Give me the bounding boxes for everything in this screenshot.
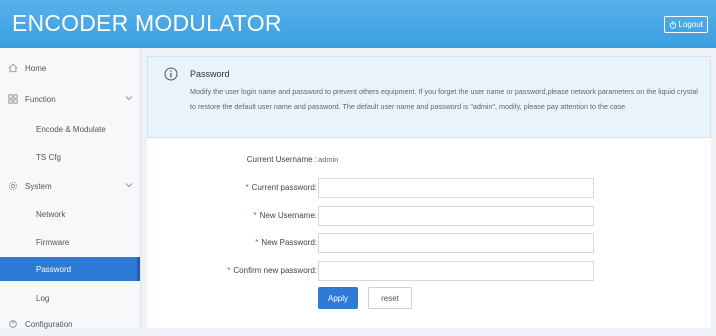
sidebar-item-label: Encode & Modulate xyxy=(36,124,106,134)
chevron-down-icon xyxy=(125,96,133,101)
sidebar-item-label: TS Cfg xyxy=(36,152,61,162)
info-notice: Password Modify the user login name and … xyxy=(147,56,711,138)
config-icon xyxy=(7,318,19,330)
current-password-label: * Current password: xyxy=(246,176,317,200)
required-mark: * xyxy=(227,266,231,275)
current-password-input[interactable] xyxy=(318,178,594,198)
current-username-label: Current Username : xyxy=(246,155,317,164)
gear-icon xyxy=(7,180,19,192)
new-username-label: * New Username: xyxy=(254,204,317,228)
confirm-password-label: * Confirm new password: xyxy=(227,259,317,283)
info-icon xyxy=(164,67,178,81)
reset-button[interactable]: reset xyxy=(368,287,412,309)
app-title: ENCODER MODULATOR xyxy=(12,10,282,36)
sidebar-item-label: Configuration xyxy=(25,319,73,329)
required-mark: * xyxy=(245,183,249,192)
new-username-input[interactable] xyxy=(318,206,594,226)
new-password-label: * New Password: xyxy=(255,231,317,255)
sidebar-item-label: Firmware xyxy=(36,237,70,247)
current-password-label-text: Current password: xyxy=(251,183,317,192)
notice-body: Modify the user login name and password … xyxy=(190,87,698,111)
sidebar-item-label: Network xyxy=(36,209,66,219)
grid-icon xyxy=(7,93,19,105)
sidebar-item-home[interactable]: Home xyxy=(0,56,147,80)
current-username-row: Current Username : admin xyxy=(147,148,711,172)
logout-label: Logout xyxy=(678,20,703,29)
sidebar-item-label: Home xyxy=(25,63,47,73)
main-content: Password Modify the user login name and … xyxy=(147,56,711,328)
confirm-password-input[interactable] xyxy=(318,261,594,281)
sidebar-item-label: Password xyxy=(36,264,72,274)
current-password-row: * Current password: xyxy=(147,176,711,200)
current-username-value: admin xyxy=(318,155,339,164)
sidebar-item-system[interactable]: System xyxy=(0,174,147,198)
sidebar-item-function[interactable]: Function xyxy=(0,87,147,111)
new-password-row: * New Password: xyxy=(147,231,711,255)
sidebar-item-password[interactable]: Password xyxy=(0,257,140,281)
confirm-password-label-text: Confirm new password: xyxy=(233,266,317,275)
chevron-down-icon xyxy=(125,183,133,188)
confirm-password-row: * Confirm new password: xyxy=(147,259,711,283)
apply-button[interactable]: Apply xyxy=(318,287,358,309)
new-username-label-text: New Username: xyxy=(259,211,317,220)
new-password-input[interactable] xyxy=(318,233,594,253)
sidebar: Home Function Encode & Modulate TS Cfg S… xyxy=(0,48,141,329)
required-mark: * xyxy=(255,238,259,247)
home-icon xyxy=(7,62,19,74)
app-header: ENCODER MODULATOR Logout xyxy=(0,0,716,48)
new-password-label-text: New Password: xyxy=(261,238,317,247)
required-mark: * xyxy=(253,211,257,220)
notice-title: Password xyxy=(190,69,230,79)
sidebar-item-label: Log xyxy=(36,293,50,303)
sidebar-item-label: Function xyxy=(25,94,56,104)
sidebar-item-configuration[interactable]: Configuration xyxy=(0,312,147,336)
logout-button[interactable]: Logout xyxy=(663,16,708,33)
new-username-row: * New Username: xyxy=(147,204,711,228)
logout-icon xyxy=(669,20,676,29)
sidebar-item-label: System xyxy=(25,181,52,191)
